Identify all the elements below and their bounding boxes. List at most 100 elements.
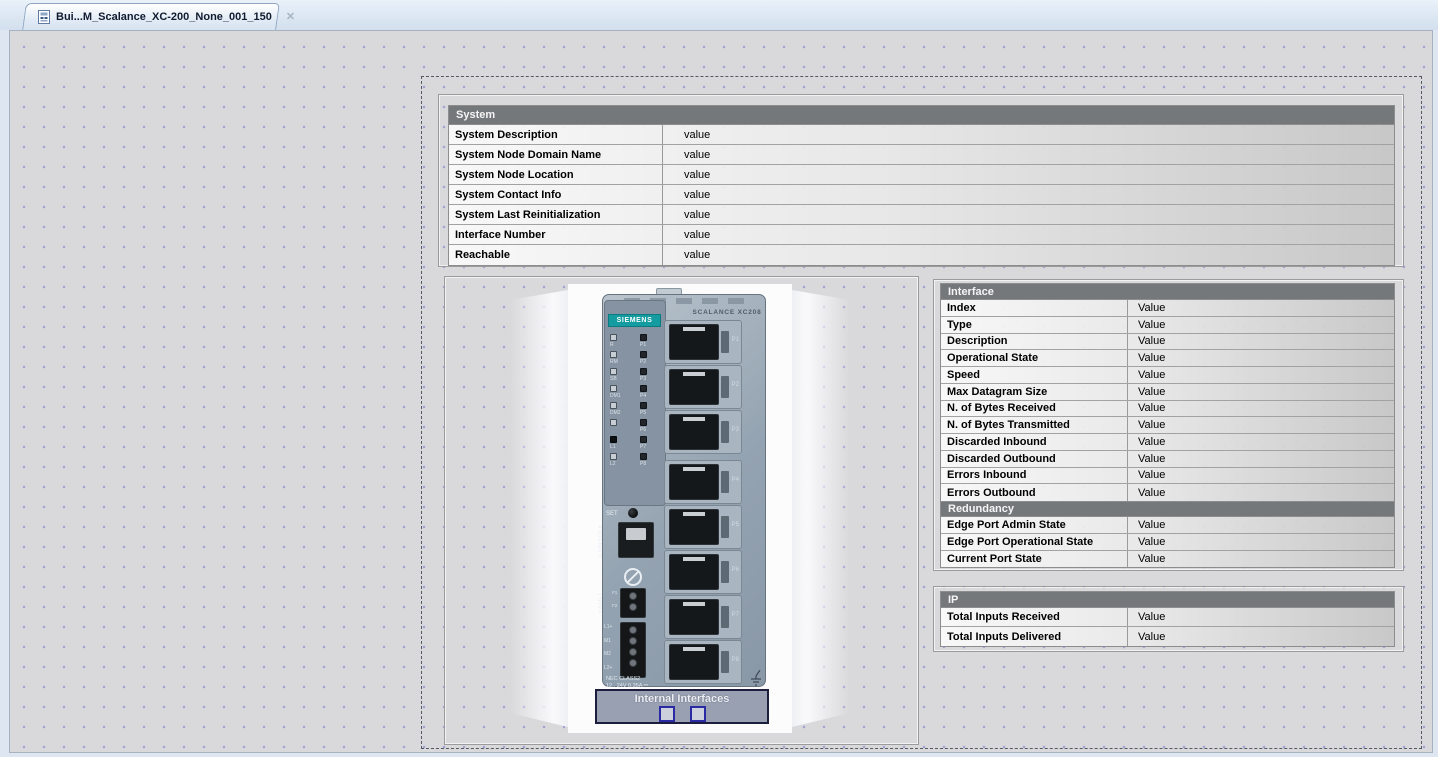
row-label: Discarded Inbound xyxy=(941,434,1128,450)
internal-interface-button-2[interactable] xyxy=(690,706,706,722)
status-led-label: RM xyxy=(610,359,618,365)
interface-panel: Interface Index Value Type Value Descrip… xyxy=(933,279,1404,571)
port-number-label: P3 xyxy=(732,427,739,433)
status-led-column: R RM SB DM1 xyxy=(610,334,634,470)
port-latch xyxy=(721,606,729,628)
ethernet-port: P1 xyxy=(664,320,742,364)
row-label: Interface Number xyxy=(449,225,663,244)
status-led xyxy=(610,453,617,460)
table-row: Discarded Outbound Value xyxy=(941,451,1394,468)
row-label: Speed xyxy=(941,367,1128,383)
status-led-label: R xyxy=(610,342,614,348)
status-led-label: SB xyxy=(610,376,617,382)
left-perspective-wing xyxy=(510,290,568,727)
port-led-row: P3 xyxy=(640,368,664,385)
redundancy-table-header: Redundancy xyxy=(941,501,1394,517)
system-table: System System Description value System N… xyxy=(448,105,1395,266)
row-label: System Last Reinitialization xyxy=(449,205,663,224)
port-led-label: P7 xyxy=(640,444,646,450)
row-label: Description xyxy=(941,334,1128,350)
port-number-label: P6 xyxy=(732,567,739,573)
table-row: System Contact Info value xyxy=(449,185,1394,205)
port-led-label: P5 xyxy=(640,410,646,416)
status-led-row: L1 xyxy=(610,436,634,453)
row-label: Errors Outbound xyxy=(941,484,1128,501)
row-label: N. of Bytes Transmitted xyxy=(941,417,1128,433)
system-table-rows: System Description value System Node Dom… xyxy=(449,125,1394,265)
port-number-label: P7 xyxy=(732,612,739,618)
status-led-label: DM2 xyxy=(610,410,621,416)
row-label: Operational State xyxy=(941,350,1128,366)
faceplate-document-icon xyxy=(38,10,50,24)
row-label: N. of Bytes Received xyxy=(941,401,1128,417)
port-latch xyxy=(721,421,729,443)
port-latch xyxy=(721,376,729,398)
port-led xyxy=(640,419,647,426)
port-led-label: P1 xyxy=(640,342,646,348)
row-value: Value xyxy=(1128,517,1394,533)
redundancy-table-rows: Edge Port Admin State Value Edge Port Op… xyxy=(941,517,1394,567)
port-latch xyxy=(721,651,729,673)
terminal-screw xyxy=(629,592,637,600)
row-value: Value xyxy=(1128,367,1394,383)
port-contacts xyxy=(683,372,705,376)
editor-canvas[interactable]: System System Description value System N… xyxy=(9,30,1433,753)
device-photo: SIEMENS SCALANCE XC208 R RM xyxy=(568,284,792,733)
table-row: System Node Domain Name value xyxy=(449,145,1394,165)
row-value: Value xyxy=(1128,317,1394,333)
table-row: Discarded Inbound Value xyxy=(941,434,1394,451)
ip-panel: IP Total Inputs Received Value Total Inp… xyxy=(933,586,1404,652)
internal-interface-button-1[interactable] xyxy=(659,706,675,722)
port-latch xyxy=(721,561,729,583)
ethernet-port-column: P1 P2 P3 xyxy=(664,320,742,685)
fault-terminal-labels: F1F2 xyxy=(612,590,617,616)
port-contacts xyxy=(683,467,705,471)
tab-close-icon[interactable]: ✕ xyxy=(286,10,295,23)
row-value: Value xyxy=(1128,417,1394,433)
system-table-header: System xyxy=(449,106,1394,125)
power-terminal-block xyxy=(620,622,646,678)
row-value: Value xyxy=(1128,401,1394,417)
terminal-label: F2 xyxy=(612,603,617,616)
ip-table-header: IP xyxy=(941,592,1394,608)
system-panel: System System Description value System N… xyxy=(438,94,1404,267)
table-row: System Last Reinitialization value xyxy=(449,205,1394,225)
port-led-row: P6 xyxy=(640,419,664,436)
row-value: value xyxy=(663,165,1394,184)
internal-interfaces-title: Internal Interfaces xyxy=(597,693,767,705)
status-led xyxy=(610,385,617,392)
port-led xyxy=(640,402,647,409)
row-label: Edge Port Admin State xyxy=(941,517,1128,533)
terminal-label: L1+ xyxy=(604,624,612,638)
row-value: Value xyxy=(1128,384,1394,400)
row-value: Value xyxy=(1128,608,1394,626)
table-row: Description Value xyxy=(941,334,1394,351)
row-label: Current Port State xyxy=(941,551,1128,568)
port-led-label: P6 xyxy=(640,427,646,433)
ip-table-rows: Total Inputs Received Value Total Inputs… xyxy=(941,608,1394,646)
row-value: Value xyxy=(1128,434,1394,450)
ground-icon xyxy=(750,670,764,686)
port-led-label: P3 xyxy=(640,376,646,382)
table-row: Operational State Value xyxy=(941,350,1394,367)
port-number-label: P8 xyxy=(732,657,739,663)
port-led-row: P5 xyxy=(640,402,664,419)
table-row: Type Value xyxy=(941,317,1394,334)
port-led-row: P7 xyxy=(640,436,664,453)
set-button xyxy=(628,508,638,518)
table-row: Current Port State Value xyxy=(941,551,1394,568)
status-led xyxy=(610,402,617,409)
status-led-row: SB xyxy=(610,368,634,385)
document-tab[interactable]: Bui...M_Scalance_XC-200_None_001_150 ✕ xyxy=(24,3,278,30)
status-led-label: L1 xyxy=(610,444,616,450)
status-led-row: R xyxy=(610,334,634,351)
ethernet-port: P7 xyxy=(664,595,742,639)
row-label: Discarded Outbound xyxy=(941,451,1128,467)
status-led-row: DM2 xyxy=(610,402,634,419)
row-label: System Description xyxy=(449,125,663,144)
port-number-label: P2 xyxy=(732,382,739,388)
table-row: N. of Bytes Received Value xyxy=(941,401,1394,418)
port-led-row: P8 xyxy=(640,453,664,470)
row-label: System Node Location xyxy=(449,165,663,184)
row-label: Reachable xyxy=(449,245,663,265)
